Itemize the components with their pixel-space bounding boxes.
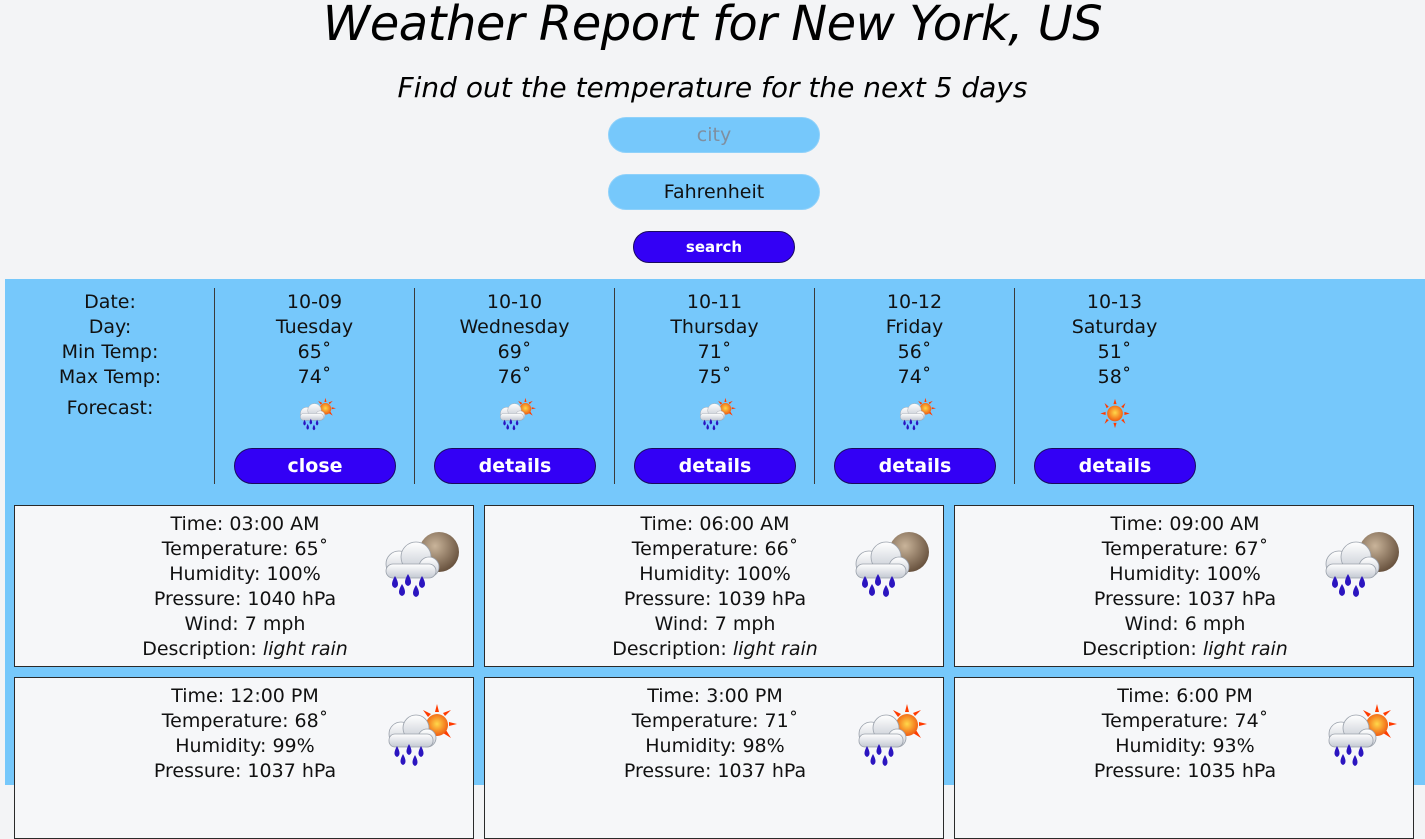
day-column: 10-11 Thursday 71˚ 75˚ details xyxy=(614,288,814,484)
hour-wind: Wind: 7 mph xyxy=(184,613,306,635)
page-title: Weather Report for New York, US xyxy=(322,0,1103,52)
day-date: 10-11 xyxy=(686,291,743,313)
day-max-temp: 75˚ xyxy=(697,366,732,388)
hourly-card: Time: 3:00 PM Temperature: 71˚ Humidity:… xyxy=(484,677,944,839)
hourly-card: Time: 03:00 AM Temperature: 65˚ Humidity… xyxy=(14,505,474,667)
rain-sun-icon xyxy=(299,397,336,431)
label-date: Date: xyxy=(84,291,136,313)
day-min-temp: 69˚ xyxy=(497,341,532,363)
rain-sun-icon xyxy=(499,397,536,431)
unit-select[interactable]: Fahrenheit xyxy=(608,174,820,210)
page-subtitle: Find out the temperature for the next 5 … xyxy=(397,71,1028,104)
city-input[interactable]: city xyxy=(608,117,820,153)
rain-sun-icon xyxy=(858,703,928,767)
sun-icon xyxy=(1099,398,1130,429)
rain-sun-icon xyxy=(699,397,736,431)
day-min-temp: 51˚ xyxy=(1097,341,1132,363)
details-button[interactable]: details xyxy=(434,448,596,484)
day-max-temp: 74˚ xyxy=(897,366,932,388)
day-min-temp: 65˚ xyxy=(297,341,332,363)
hourly-card: Time: 06:00 AM Temperature: 66˚ Humidity… xyxy=(484,505,944,667)
label-day: Day: xyxy=(88,316,132,338)
day-max-temp: 58˚ xyxy=(1097,366,1132,388)
day-date: 10-10 xyxy=(486,291,543,313)
hourly-card: Time: 6:00 PM Temperature: 74˚ Humidity:… xyxy=(954,677,1414,839)
day-column: 10-09 Tuesday 65˚ 74˚ close xyxy=(214,288,414,484)
details-button[interactable]: details xyxy=(834,448,996,484)
rain-moon-icon xyxy=(385,531,460,598)
day-max-temp: 76˚ xyxy=(497,366,532,388)
day-name: Saturday xyxy=(1071,316,1158,338)
rain-moon-icon xyxy=(855,531,930,598)
day-min-temp: 71˚ xyxy=(697,341,732,363)
day-date: 10-13 xyxy=(1086,291,1143,313)
forecast-panel: Date: Day: Min Temp: Max Temp: Forecast:… xyxy=(5,279,1425,839)
hour-description: Description: light rain xyxy=(1082,638,1288,660)
day-name: Thursday xyxy=(670,316,759,338)
day-column: 10-10 Wednesday 69˚ 76˚ details xyxy=(414,288,614,484)
hour-description: Description: light rain xyxy=(142,638,348,660)
rain-moon-icon xyxy=(1325,531,1400,598)
day-column: 10-13 Saturday 51˚ 58˚ details xyxy=(1014,288,1214,484)
day-max-temp: 74˚ xyxy=(297,366,332,388)
day-name: Wednesday xyxy=(459,316,570,338)
details-button[interactable]: details xyxy=(1034,448,1196,484)
day-date: 10-09 xyxy=(286,291,343,313)
label-max-temp: Max Temp: xyxy=(58,366,162,388)
hour-wind: Wind: 7 mph xyxy=(654,613,776,635)
day-min-temp: 56˚ xyxy=(897,341,932,363)
rain-sun-icon xyxy=(1328,703,1398,767)
label-min-temp: Min Temp: xyxy=(61,341,159,363)
hour-description: Description: light rain xyxy=(612,638,818,660)
close-button[interactable]: close xyxy=(234,448,396,484)
page: Weather Report for New York, US Find out… xyxy=(0,0,1425,839)
search-button[interactable]: search xyxy=(633,231,795,263)
hourly-card: Time: 09:00 AM Temperature: 67˚ Humidity… xyxy=(954,505,1414,667)
label-forecast: Forecast: xyxy=(66,397,154,419)
day-date: 10-12 xyxy=(886,291,943,313)
hour-wind: Wind: 6 mph xyxy=(1124,613,1246,635)
day-name: Tuesday xyxy=(275,316,354,338)
rain-sun-icon xyxy=(388,703,458,767)
hourly-card: Time: 12:00 PM Temperature: 68˚ Humidity… xyxy=(14,677,474,839)
day-name: Friday xyxy=(885,316,944,338)
row-labels: Date: Day: Min Temp: Max Temp: Forecast: xyxy=(5,290,215,421)
rain-sun-icon xyxy=(899,397,936,431)
day-column: 10-12 Friday 56˚ 74˚ details xyxy=(814,288,1014,484)
details-button[interactable]: details xyxy=(634,448,796,484)
